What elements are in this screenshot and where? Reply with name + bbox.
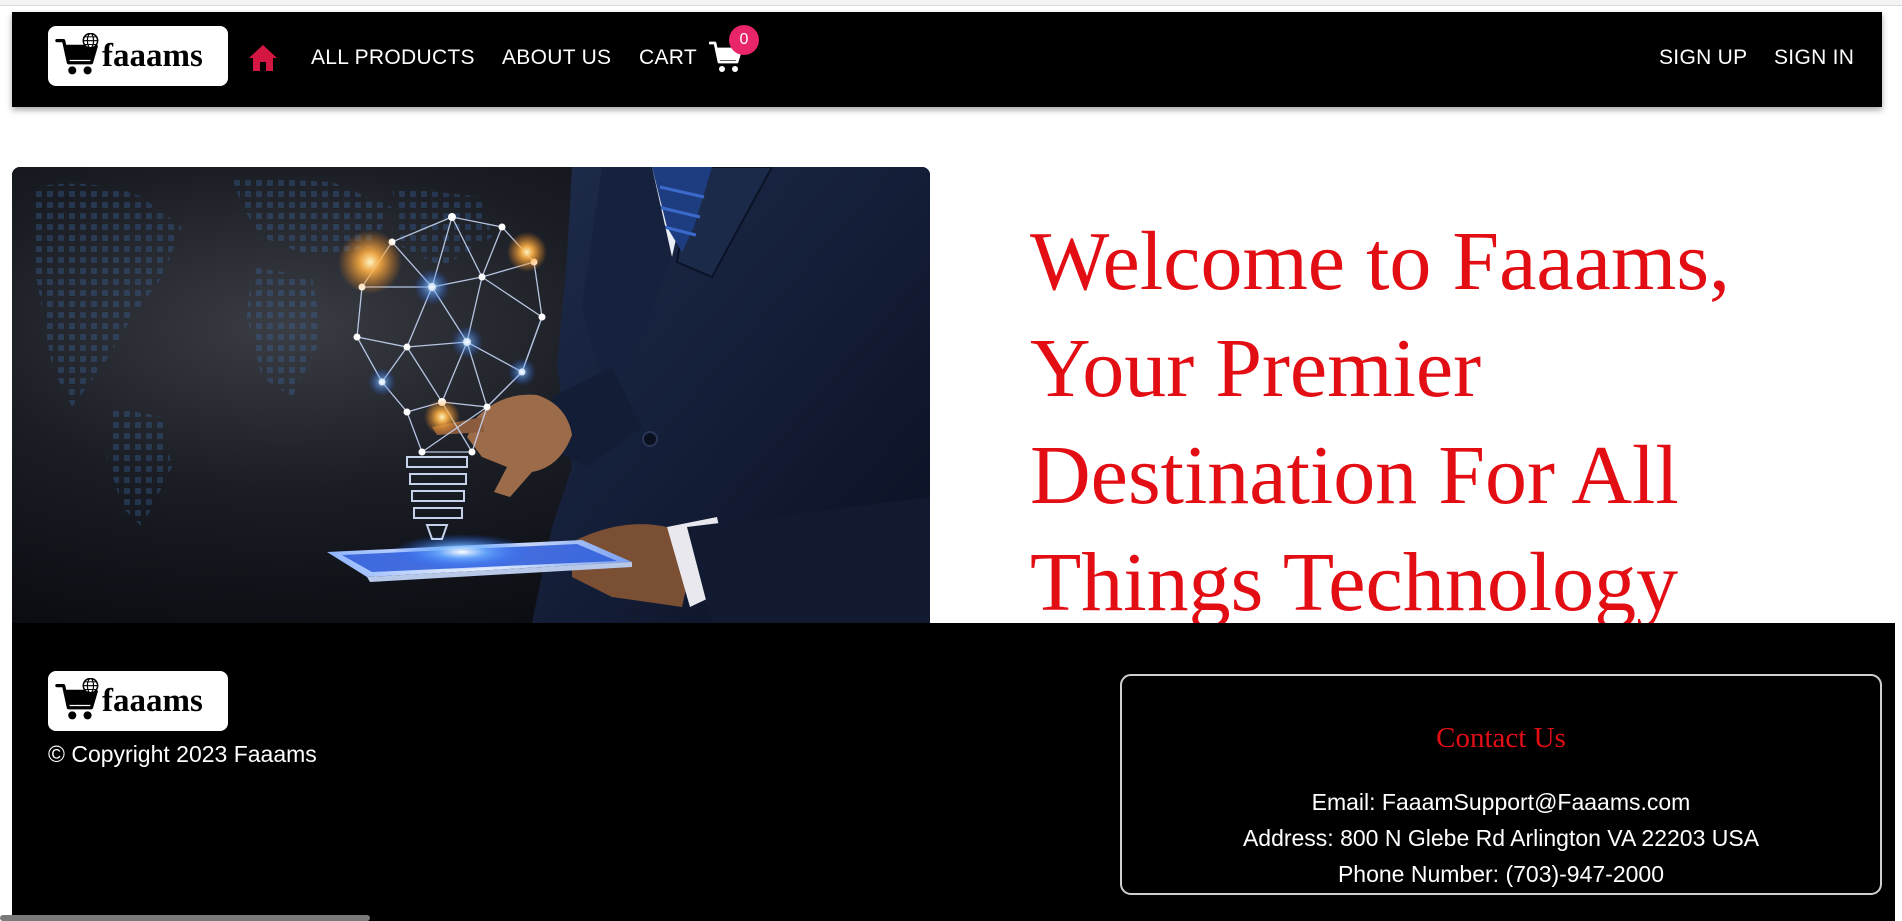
contact-address: Address: 800 N Glebe Rd Arlington VA 222… xyxy=(1242,825,1760,851)
browser-top-strip xyxy=(0,0,1902,6)
nav-about-us-link[interactable]: ABOUT US xyxy=(502,47,611,68)
hero-title: Welcome to Faaams, Your Premier Destinat… xyxy=(1030,215,1731,629)
lightbulb-network-tablet-image xyxy=(12,167,930,623)
horizontal-scrollbar[interactable] xyxy=(0,915,370,921)
navbar: faaams ALL PRODUCTS ABOUT US CART 0 SIGN… xyxy=(12,12,1882,107)
home-icon[interactable] xyxy=(248,44,278,72)
sign-in-link[interactable]: SIGN IN xyxy=(1774,47,1854,68)
contact-phone: Phone Number: (703)-947-2000 xyxy=(1337,861,1665,887)
nav-logo[interactable]: faaams xyxy=(48,26,228,86)
footer-logo[interactable]: faaams xyxy=(48,671,228,731)
shopping-cart-globe-icon xyxy=(55,33,99,75)
footer: faaams © Copyright 2023 Faaams Contact U… xyxy=(12,623,1895,921)
hero-image xyxy=(12,167,930,623)
logo-text: faaams xyxy=(102,37,203,74)
shopping-cart-globe-icon xyxy=(55,678,99,720)
logo-text: faaams xyxy=(102,682,203,719)
contact-email: Email: FaaamSupport@Faaams.com xyxy=(1311,789,1691,815)
contact-title: Contact Us xyxy=(1436,722,1566,754)
nav-cart-link[interactable]: CART xyxy=(639,47,697,68)
page: faaams ALL PRODUCTS ABOUT US CART 0 SIGN… xyxy=(0,0,1902,921)
sign-up-link[interactable]: SIGN UP xyxy=(1659,47,1747,68)
nav-all-products-link[interactable]: ALL PRODUCTS xyxy=(311,47,475,68)
contact-box: Contact Us Email: FaaamSupport@Faaams.co… xyxy=(1120,674,1882,895)
cart-count-badge: 0 xyxy=(729,25,759,55)
copyright-text: © Copyright 2023 Faaams xyxy=(48,741,317,767)
